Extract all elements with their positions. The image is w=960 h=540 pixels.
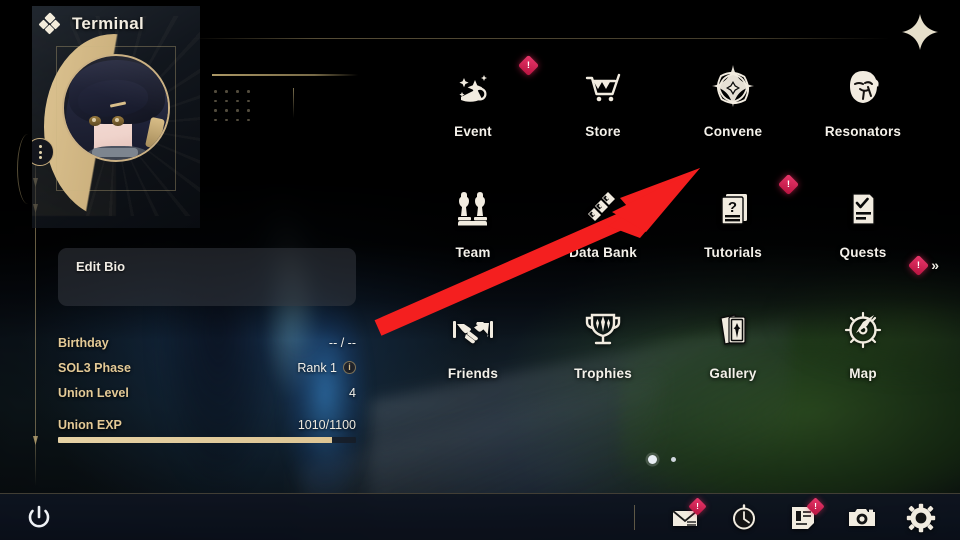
menu-tile-friends[interactable]: Friends xyxy=(408,304,538,381)
profile-stats: Birthday -- / -- SOL3 Phase Rank 1 i Uni… xyxy=(58,330,356,405)
notes-icon[interactable]: ! xyxy=(788,496,825,533)
stat-label: Birthday xyxy=(58,335,109,350)
menu-tile-convene[interactable]: Convene xyxy=(668,62,798,139)
trophy-icon xyxy=(577,304,629,356)
stat-row-birthday: Birthday -- / -- xyxy=(58,330,356,355)
menu-tile-store[interactable]: Store xyxy=(538,62,668,139)
menu-tile-label: Gallery xyxy=(709,366,757,381)
menu-tile-label: Quests xyxy=(839,245,887,260)
info-icon[interactable]: i xyxy=(343,361,356,374)
stat-value: Rank 1 xyxy=(297,360,337,375)
svg-text:?: ? xyxy=(728,199,737,216)
menu-tile-label: Map xyxy=(849,366,877,381)
mail-icon[interactable]: ! xyxy=(670,496,707,533)
stat-label: Union Level xyxy=(58,385,129,400)
event-sparkle-icon xyxy=(447,62,499,114)
menu-tile-label: Store xyxy=(585,124,621,139)
stat-row-union-level: Union Level 4 xyxy=(58,380,356,405)
notification-badge: ! xyxy=(806,496,825,516)
decorative-dot-matrix xyxy=(214,90,254,124)
notification-badge: ! xyxy=(908,254,930,276)
menu-tile-label: Data Bank xyxy=(569,245,637,260)
power-icon[interactable] xyxy=(24,503,54,533)
menu-tile-tutorials[interactable]: ? ! Tutorials xyxy=(668,173,800,260)
chevron-double-right-icon: » xyxy=(931,257,939,273)
edit-bio-label: Edit Bio xyxy=(76,259,126,274)
left-rail-tick xyxy=(33,436,38,445)
tutorial-book-icon: ? xyxy=(707,183,759,235)
handshake-icon xyxy=(447,304,499,356)
menu-tile-label: Trophies xyxy=(574,366,632,381)
chess-team-icon xyxy=(447,183,499,235)
menu-tile-trophies[interactable]: Trophies xyxy=(538,304,668,381)
stat-value: 4 xyxy=(349,385,356,400)
quest-checklist-icon xyxy=(837,183,889,235)
diamond-cluster-icon xyxy=(38,12,62,35)
notification-badge: ! xyxy=(517,54,540,77)
union-exp-label: Union EXP xyxy=(58,418,122,432)
notification-badge: ! xyxy=(777,173,800,196)
stat-value: -- / -- xyxy=(328,335,356,350)
union-exp-value: 1010/1100 xyxy=(297,418,356,432)
taskbar: ! ! xyxy=(0,493,960,540)
decorative-tick-line xyxy=(293,88,294,118)
resonator-head-icon xyxy=(837,62,889,114)
menu-pagination xyxy=(648,455,676,464)
edit-bio-button[interactable]: Edit Bio xyxy=(58,248,356,306)
menu-tile-data-bank[interactable]: Data Bank xyxy=(538,183,668,260)
close-star-icon[interactable] xyxy=(896,8,944,56)
menu-tile-quests[interactable]: Quests xyxy=(798,183,928,260)
union-exp-progressbar xyxy=(58,437,356,443)
tray-divider xyxy=(634,505,635,530)
decorative-gold-rule xyxy=(212,74,358,76)
compass-map-icon xyxy=(837,304,889,356)
pagination-dot[interactable] xyxy=(671,457,676,462)
menu-tile-gallery[interactable]: Gallery xyxy=(668,304,798,381)
menu-tile-map[interactable]: Map xyxy=(798,304,928,381)
menu-tile-label: Team xyxy=(455,245,491,260)
data-bank-icon xyxy=(577,183,629,235)
settings-gear-icon[interactable] xyxy=(906,503,936,533)
menu-tile-event[interactable]: ! Event xyxy=(408,54,540,139)
avatar[interactable] xyxy=(62,54,170,162)
avatar-highlight xyxy=(64,56,168,160)
camera-icon[interactable] xyxy=(847,503,877,533)
convene-star-icon xyxy=(707,62,759,114)
menu-tile-label: Resonators xyxy=(824,124,902,139)
shopping-cart-icon xyxy=(577,62,629,114)
terminal-menu-grid: ! Event Store Convene Resonators Team Da… xyxy=(408,54,928,381)
menu-tile-label: Convene xyxy=(703,124,763,139)
menu-tile-resonators[interactable]: Resonators xyxy=(798,62,928,139)
page-header: Terminal xyxy=(38,12,144,35)
pagination-dot-active[interactable] xyxy=(648,455,657,464)
union-exp-progress-fill xyxy=(58,437,332,443)
profile-card[interactable] xyxy=(32,6,200,228)
page-title: Terminal xyxy=(72,14,144,33)
menu-tile-label: Event xyxy=(454,124,492,139)
menu-tile-label: Friends xyxy=(447,366,499,381)
union-exp-block: Union EXP 1010/1100 xyxy=(58,418,356,443)
expand-chevrons-icon[interactable]: ! » xyxy=(908,254,939,276)
clock-icon[interactable] xyxy=(729,503,759,533)
stat-label: SOL3 Phase xyxy=(58,360,131,375)
card-gallery-icon xyxy=(707,304,759,356)
notification-badge: ! xyxy=(688,496,707,516)
menu-tile-label: Tutorials xyxy=(704,245,762,260)
stat-row-sol3-phase: SOL3 Phase Rank 1 i xyxy=(58,355,356,380)
taskbar-tray: ! ! xyxy=(634,494,936,540)
menu-tile-team[interactable]: Team xyxy=(408,183,538,260)
